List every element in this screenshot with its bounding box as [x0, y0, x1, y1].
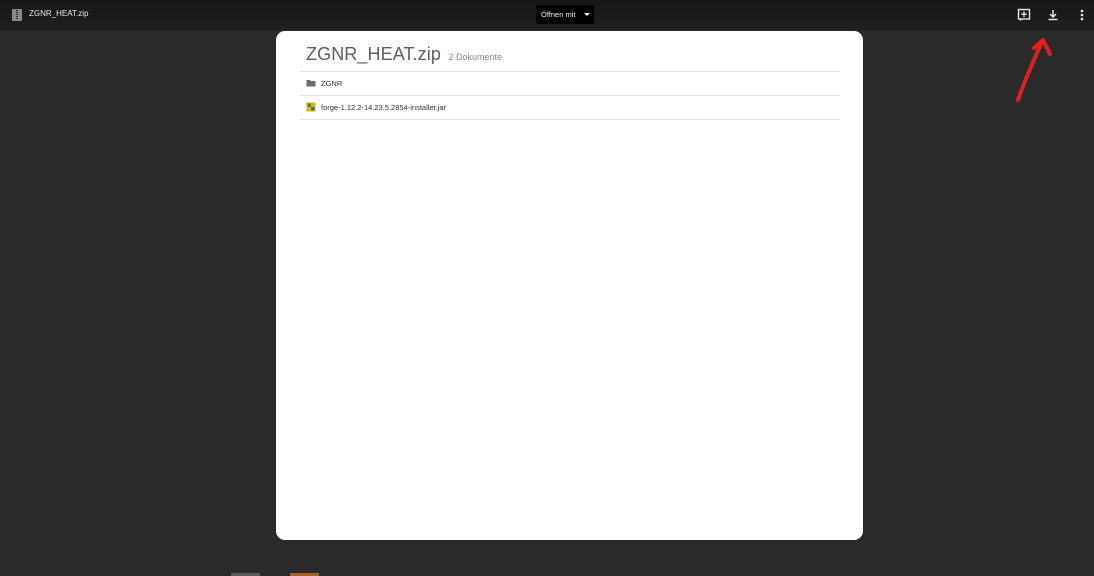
window-title: ZGNR_HEAT.zip [29, 9, 89, 18]
list-item-label: ZGNR [321, 79, 343, 88]
folder-icon [306, 80, 316, 87]
file-icon [12, 9, 22, 21]
chevron-down-icon [584, 13, 590, 16]
zip-name: ZGNR_HEAT.zip [306, 44, 441, 64]
zip-heading: ZGNR_HEAT.zip 2 Dokumente [306, 44, 502, 65]
more-vert-icon[interactable] [1075, 8, 1089, 22]
open-with-button[interactable]: Öffnen mit [536, 5, 594, 24]
annotation-arrow-icon [1016, 38, 1052, 102]
download-icon[interactable] [1046, 8, 1060, 22]
list-item-file[interactable]: forge-1.12.2-14.23.5.2854-installer.jar [300, 95, 840, 120]
zip-viewer-panel: ZGNR_HEAT.zip 2 Dokumente ZGNR forge-1.1… [276, 31, 863, 540]
add-comment-icon[interactable] [1017, 8, 1031, 22]
top-toolbar: ZGNR_HEAT.zip Öffnen mit [0, 0, 1094, 30]
archive-file-list: ZGNR forge-1.12.2-14.23.5.2854-installer… [300, 71, 840, 120]
list-item-label: forge-1.12.2-14.23.5.2854-installer.jar [321, 103, 447, 112]
open-with-label: Öffnen mit [541, 10, 576, 19]
jar-file-icon [306, 102, 316, 112]
list-item-folder[interactable]: ZGNR [300, 71, 840, 95]
document-count: 2 Dokumente [448, 52, 502, 62]
